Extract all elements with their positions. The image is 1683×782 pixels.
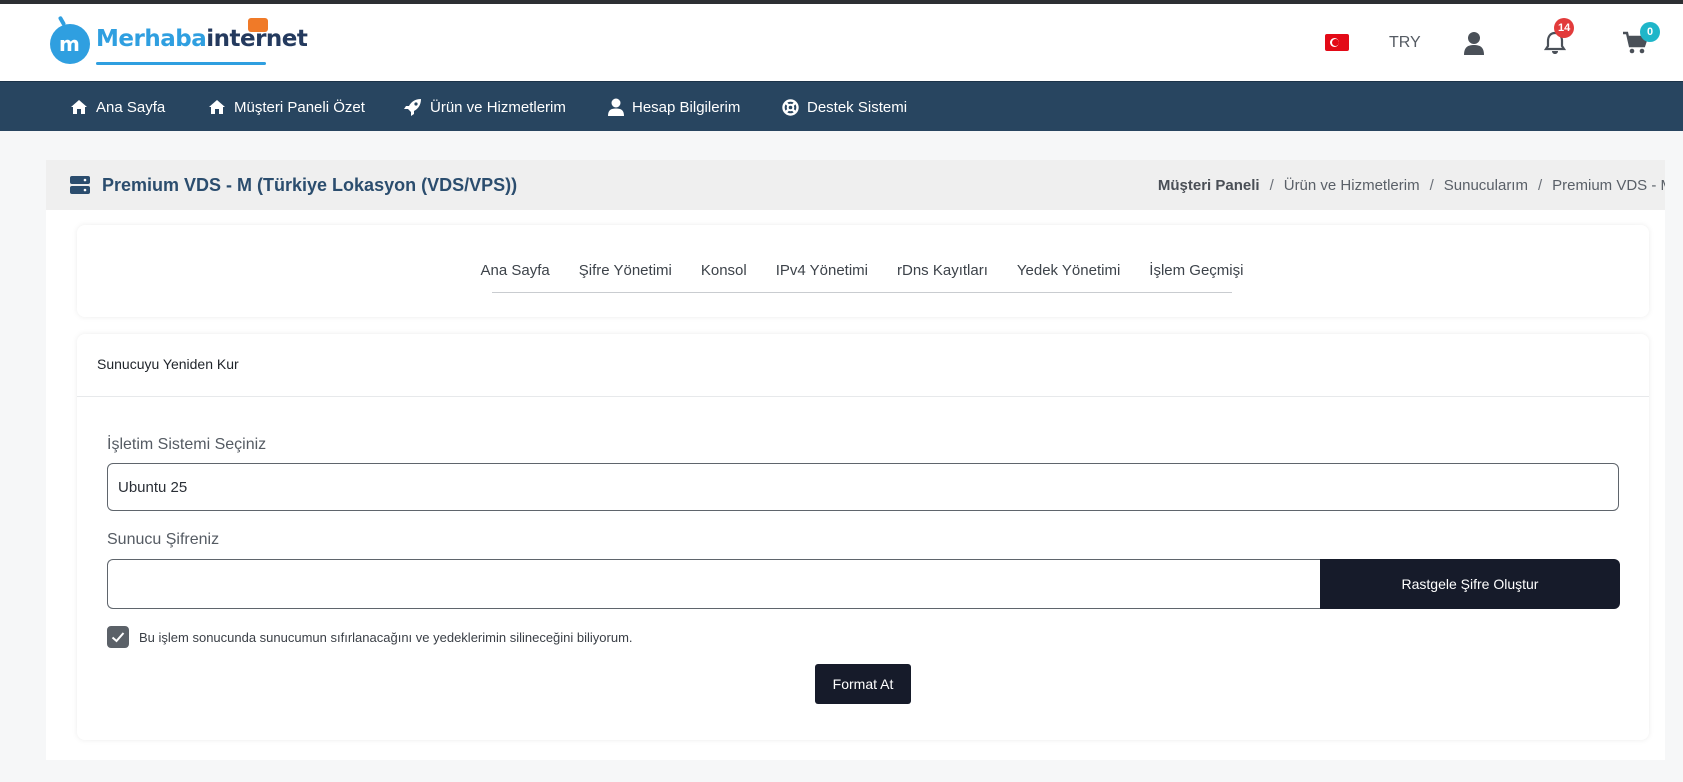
service-tabs-card: Ana Sayfa Şifre Yönetimi Konsol IPv4 Yön…	[77, 225, 1649, 317]
turkey-flag-icon	[1325, 34, 1349, 51]
server-password-input[interactable]	[107, 559, 1321, 609]
os-select-value: Ubuntu 25	[118, 478, 188, 496]
nav-item-label: Destek Sistemi	[807, 98, 908, 116]
nav-item-home[interactable]: Ana Sayfa	[70, 82, 165, 132]
breadcrumb-separator: /	[1537, 176, 1543, 194]
nav-item-dashboard[interactable]: Müşteri Paneli Özet	[208, 82, 365, 132]
nav-item-support[interactable]: Destek Sistemi	[782, 82, 907, 132]
os-select[interactable]: Ubuntu 25	[107, 463, 1619, 511]
notifications-button[interactable]	[1544, 4, 1566, 81]
site-header: m Merhabainternet	[0, 4, 1683, 81]
card-title: Sunucuyu Yeniden Kur	[97, 356, 239, 372]
server-icon	[70, 176, 90, 194]
confirm-checkbox[interactable]	[107, 626, 129, 648]
page-title-text: Premium VDS - M (Türkiye Lokasyon (VDS/V…	[102, 174, 518, 195]
breadcrumb: Müşteri Paneli / Ürün ve Hizmetlerim / S…	[1158, 160, 1673, 210]
breadcrumb-link-panel[interactable]: Müşteri Paneli	[1158, 177, 1260, 194]
currency-label: TRY	[1389, 33, 1421, 51]
nav-item-label: Müşteri Paneli Özet	[234, 98, 365, 116]
account-button[interactable]	[1463, 4, 1485, 81]
logo-mark: m	[50, 24, 90, 64]
tab-password[interactable]: Şifre Yönetimi	[579, 262, 672, 279]
user-icon	[1464, 31, 1484, 55]
page-header: Premium VDS - M (Türkiye Lokasyon (VDS/V…	[46, 160, 1683, 210]
main-navbar: Ana Sayfa Müşteri Paneli Özet Ürün ve Hi…	[0, 81, 1683, 131]
breadcrumb-link-servers[interactable]: Sunucularım	[1444, 177, 1528, 194]
os-label: İşletim Sistemi Seçiniz	[107, 436, 267, 453]
reinstall-card: Sunucuyu Yeniden Kur İşletim Sistemi Seç…	[77, 334, 1649, 740]
language-selector[interactable]	[1325, 4, 1349, 81]
check-icon	[111, 632, 125, 643]
nav-item-account[interactable]: Hesap Bilgilerim	[608, 82, 740, 132]
service-tabs: Ana Sayfa Şifre Yönetimi Konsol IPv4 Yön…	[481, 249, 1243, 293]
site-logo[interactable]: m Merhabainternet	[50, 18, 308, 68]
logo-underline	[96, 62, 266, 65]
breadcrumb-separator: /	[1429, 176, 1434, 194]
logo-text: Merhabainternet	[96, 26, 308, 52]
breadcrumb-link-products[interactable]: Ürün ve Hizmetlerim	[1284, 177, 1420, 194]
nav-item-label: Ana Sayfa	[96, 98, 166, 116]
page-title: Premium VDS - M (Türkiye Lokasyon (VDS/V…	[70, 160, 517, 210]
nav-item-label: Ürün ve Hizmetlerim	[430, 98, 566, 116]
home-icon	[71, 100, 87, 114]
nav-item-label: Hesap Bilgilerim	[632, 98, 741, 116]
user-icon	[608, 98, 624, 116]
breadcrumb-current: Premium VDS - M	[1552, 176, 1673, 194]
tab-overview[interactable]: Ana Sayfa	[481, 262, 550, 279]
password-label: Sunucu Şifreniz	[107, 531, 220, 548]
tab-ipv4[interactable]: IPv4 Yönetimi	[776, 262, 868, 279]
tab-rdns[interactable]: rDns Kayıtları	[897, 262, 988, 279]
confirm-label: Bu işlem sonucunda sunucumun sıfırlanaca…	[139, 630, 633, 645]
lifebuoy-icon	[782, 98, 799, 116]
format-button[interactable]: Format At	[815, 664, 911, 704]
cart-button[interactable]	[1622, 4, 1650, 81]
breadcrumb-separator: /	[1269, 176, 1274, 194]
page-right-gutter	[1665, 131, 1683, 782]
tab-history[interactable]: İşlem Geçmişi	[1149, 262, 1243, 279]
nav-item-products[interactable]: Ürün ve Hizmetlerim	[404, 82, 566, 132]
rocket-icon	[404, 99, 421, 116]
tab-console[interactable]: Konsol	[701, 262, 747, 279]
cart-count-badge: 0	[1640, 22, 1660, 42]
card-header: Sunucuyu Yeniden Kur	[77, 334, 1649, 397]
generate-password-button[interactable]: Rastgele Şifre Oluştur	[1320, 559, 1620, 609]
home-icon	[209, 100, 225, 114]
currency-selector[interactable]: TRY	[1389, 4, 1421, 81]
logo-badge	[248, 18, 268, 32]
tab-backups[interactable]: Yedek Yönetimi	[1017, 262, 1120, 279]
